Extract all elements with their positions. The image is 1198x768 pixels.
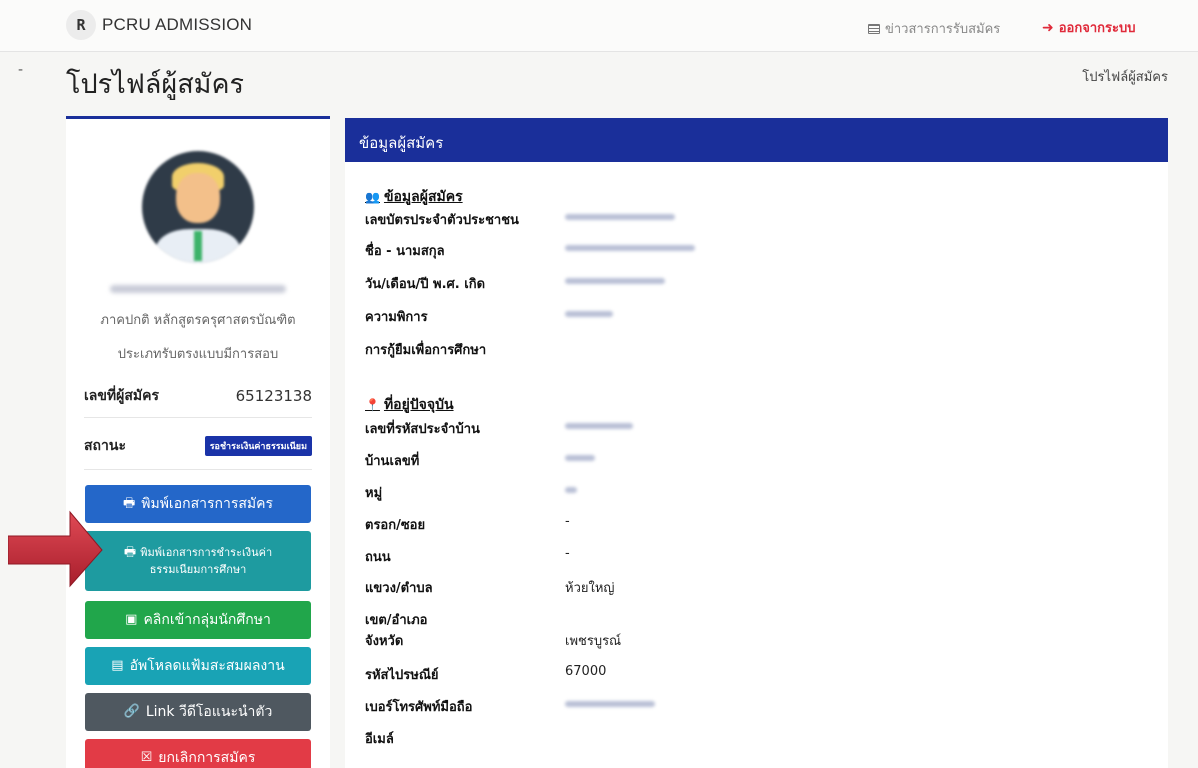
newspaper-icon bbox=[868, 23, 880, 34]
button-label: ยกเลิกการสมัคร bbox=[158, 749, 256, 766]
subdistrict-value: ห้วยใหญ่ bbox=[565, 581, 615, 596]
moo-label: หมู่ bbox=[365, 486, 383, 501]
province-label: จังหวัด bbox=[365, 634, 404, 649]
applicant-number-row: เลขที่ผู้สมัคร 65123138 bbox=[84, 385, 312, 407]
applicant-number-value: 65123138 bbox=[235, 387, 312, 405]
divider bbox=[84, 417, 312, 418]
cancel-application-button[interactable]: ☒ ยกเลิกการสมัคร bbox=[85, 739, 311, 768]
button-label: Link วีดีโอแนะนำตัว bbox=[145, 703, 273, 720]
soi-label: ตรอก/ซอย bbox=[365, 518, 426, 533]
house-code-label: เลขที่รหัสประจำบ้าน bbox=[365, 422, 480, 437]
redacted-applicant-name bbox=[110, 285, 286, 293]
button-label-line1: 🖶 พิมพ์เอกสารการชำระเงินค่า bbox=[124, 544, 272, 562]
printer-icon: 🖶 bbox=[122, 496, 136, 512]
intro-video-link-button[interactable]: 🔗 Link วีดีโอแนะนำตัว bbox=[85, 693, 311, 731]
redacted-house-number bbox=[565, 455, 595, 461]
button-label-line2: ธรรมเนียมการศึกษา bbox=[149, 563, 247, 577]
nav-link-admission-news[interactable]: ข่าวสารการรับสมัคร bbox=[868, 18, 1000, 39]
district-label: เขต/อำเภอ bbox=[365, 613, 428, 628]
redacted-disability bbox=[565, 311, 613, 317]
link-icon: 🔗 bbox=[123, 704, 140, 720]
national-id-label: เลขบัตรประจำตัวประชาชน bbox=[365, 213, 519, 228]
redacted-name bbox=[565, 245, 695, 251]
section-personal-info: 👥 ข้อมูลผู้สมัคร bbox=[365, 186, 463, 208]
redacted-mobile bbox=[565, 701, 655, 707]
upload-portfolio-button[interactable]: ▤ อัพโหลดแฟ้มสะสมผลงาน bbox=[85, 647, 311, 685]
redacted-moo bbox=[565, 487, 577, 493]
divider bbox=[84, 469, 312, 470]
province-value: เพชรบูรณ์ bbox=[565, 634, 622, 649]
section-title: ข้อมูลผู้สมัคร bbox=[383, 189, 463, 205]
redacted-national-id bbox=[565, 214, 675, 220]
breadcrumb[interactable]: โปรไฟล์ผู้สมัคร bbox=[1082, 66, 1168, 87]
page-marker: - bbox=[18, 62, 24, 78]
program-line-2: ประเภทรับตรงแบบมีการสอบ bbox=[117, 347, 279, 362]
print-application-button[interactable]: 🖶 พิมพ์เอกสารการสมัคร bbox=[85, 485, 311, 523]
redacted-birthdate bbox=[565, 278, 665, 284]
nav-link-label: ข่าวสารการรับสมัคร bbox=[885, 22, 1001, 37]
brand-logo-icon: R bbox=[66, 10, 96, 40]
mobile-label: เบอร์โทรศัพท์มือถือ bbox=[365, 700, 473, 715]
postcode-value: 67000 bbox=[565, 664, 607, 679]
road-value: - bbox=[565, 546, 570, 561]
sign-out-icon: ➜ bbox=[1042, 19, 1054, 36]
red-arrow-annotation bbox=[8, 510, 103, 588]
close-box-icon: ☒ bbox=[140, 750, 153, 766]
postcode-label: รหัสไปรษณีย์ bbox=[365, 668, 439, 683]
status-label: สถานะ bbox=[84, 438, 126, 454]
status-row: สถานะ รอชำระเงินค่าธรรมเนียม bbox=[84, 435, 312, 457]
logout-label: ออกจากระบบ bbox=[1058, 21, 1136, 36]
applicant-info-card: ข้อมูลผู้สมัคร 👥 ข้อมูลผู้สมัคร เลขบัตรป… bbox=[345, 118, 1168, 768]
subdistrict-label: แขวง/ตำบล bbox=[365, 581, 433, 596]
applicant-number-label: เลขที่ผู้สมัคร bbox=[84, 388, 160, 404]
logout-link[interactable]: ➜ ออกจากระบบ bbox=[1042, 17, 1135, 38]
status-badge: รอชำระเงินค่าธรรมเนียม bbox=[204, 436, 312, 456]
program-line-1: ภาคปกติ หลักสูตรครุศาสตรบัณฑิต bbox=[100, 313, 296, 328]
top-navbar: R PCRU ADMISSION ข่าวสารการรับสมัคร ➜ ออ… bbox=[0, 0, 1198, 52]
birthdate-label: วัน/เดือน/ปี พ.ศ. เกิด bbox=[365, 277, 486, 292]
student-loan-label: การกู้ยืมเพื่อการศึกษา bbox=[365, 343, 487, 358]
soi-value: - bbox=[565, 514, 570, 529]
brand[interactable]: R PCRU ADMISSION bbox=[66, 10, 252, 40]
redacted-house-code bbox=[565, 423, 633, 429]
fee-label-1: พิมพ์เอกสารการชำระเงินค่า bbox=[140, 545, 273, 559]
file-upload-icon: ▤ bbox=[111, 658, 124, 674]
button-label: คลิกเข้ากลุ่มนักศึกษา bbox=[143, 611, 271, 628]
button-label: อัพโหลดแฟ้มสะสมผลงาน bbox=[129, 657, 285, 674]
card-header: ข้อมูลผู้สมัคร bbox=[345, 118, 1168, 162]
name-label: ชื่อ - นามสกุล bbox=[365, 244, 445, 259]
profile-card: ภาคปกติ หลักสูตรครุศาสตรบัณฑิต ประเภทรับ… bbox=[66, 116, 330, 768]
printer-icon: 🖶 bbox=[123, 544, 141, 560]
page-title: โปรไฟล์ผู้สมัคร bbox=[66, 69, 245, 100]
avatar-face bbox=[176, 173, 220, 223]
button-label: พิมพ์เอกสารการสมัคร bbox=[141, 495, 274, 512]
brand-name: PCRU ADMISSION bbox=[102, 15, 253, 34]
map-marker-icon: 📍 bbox=[365, 398, 380, 412]
users-icon: 👥 bbox=[365, 190, 380, 204]
chat-group-icon: ▣ bbox=[125, 612, 138, 628]
print-fee-document-button[interactable]: 🖶 พิมพ์เอกสารการชำระเงินค่า ธรรมเนียมการ… bbox=[85, 531, 311, 591]
disability-label: ความพิการ bbox=[365, 310, 428, 325]
join-student-group-button[interactable]: ▣ คลิกเข้ากลุ่มนักศึกษา bbox=[85, 601, 311, 639]
section-title: ที่อยู่ปัจจุบัน bbox=[383, 397, 454, 413]
avatar-tie bbox=[194, 231, 202, 261]
email-label: อีเมล์ bbox=[365, 732, 394, 747]
house-number-label: บ้านเลขที่ bbox=[365, 454, 420, 469]
avatar bbox=[142, 151, 254, 263]
section-current-address: 📍 ที่อยู่ปัจจุบัน bbox=[365, 394, 454, 416]
road-label: ถนน bbox=[365, 550, 391, 565]
